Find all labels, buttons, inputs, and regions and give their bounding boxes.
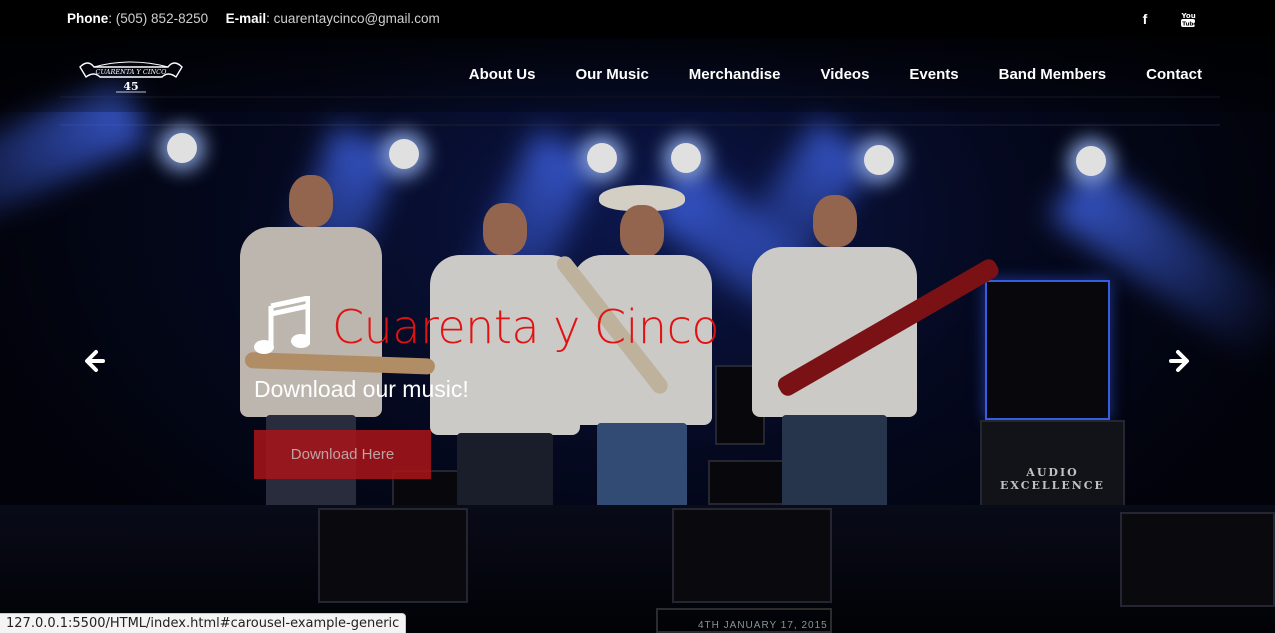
nav-contact[interactable]: Contact (1146, 66, 1202, 83)
phone-label: Phone (67, 11, 109, 26)
music-note-icon (254, 296, 310, 354)
carousel-next-button[interactable] (1166, 348, 1192, 374)
nav-merchandise[interactable]: Merchandise (689, 66, 781, 83)
nav-menu: About Us Our Music Merchandise Videos Ev… (429, 66, 1202, 83)
svg-text:You: You (1181, 12, 1196, 20)
nav-our-music[interactable]: Our Music (575, 66, 648, 83)
facebook-icon[interactable]: f (1135, 9, 1155, 29)
top-contact-bar: Phone: (505) 852-8250 E-mail: cuarentayc… (0, 0, 1275, 38)
nav-band-members[interactable]: Band Members (999, 66, 1107, 83)
nav-videos[interactable]: Videos (821, 66, 870, 83)
nav-about-us[interactable]: About Us (469, 66, 536, 83)
youtube-icon[interactable]: You Tube (1178, 9, 1198, 29)
logo-number: 45 (123, 80, 138, 93)
download-button[interactable]: Download Here (254, 430, 431, 479)
arrow-left-icon (85, 350, 105, 372)
phone-value[interactable]: (505) 852-8250 (116, 11, 208, 26)
email-value[interactable]: cuarentaycinco@gmail.com (274, 11, 440, 26)
email-label: E-mail (225, 11, 267, 26)
brand-logo[interactable]: CUARENTA Y CINCO 45 (76, 55, 186, 95)
main-navbar: CUARENTA Y CINCO 45 About Us Our Music M… (0, 38, 1275, 112)
contact-info: Phone: (505) 852-8250 E-mail: cuarentayc… (67, 11, 440, 26)
nav-events[interactable]: Events (909, 66, 958, 83)
carousel-prev-button[interactable] (82, 348, 108, 374)
arrow-right-icon (1169, 350, 1189, 372)
carousel-title-text: Cuarenta y Cinco (332, 300, 720, 354)
svg-text:Tube: Tube (1182, 21, 1197, 27)
logo-text: CUARENTA Y CINCO (96, 68, 168, 76)
browser-status-url: 127.0.0.1:5500/HTML/index.html#carousel-… (0, 613, 407, 633)
carousel-subtitle: Download our music! (254, 376, 469, 402)
